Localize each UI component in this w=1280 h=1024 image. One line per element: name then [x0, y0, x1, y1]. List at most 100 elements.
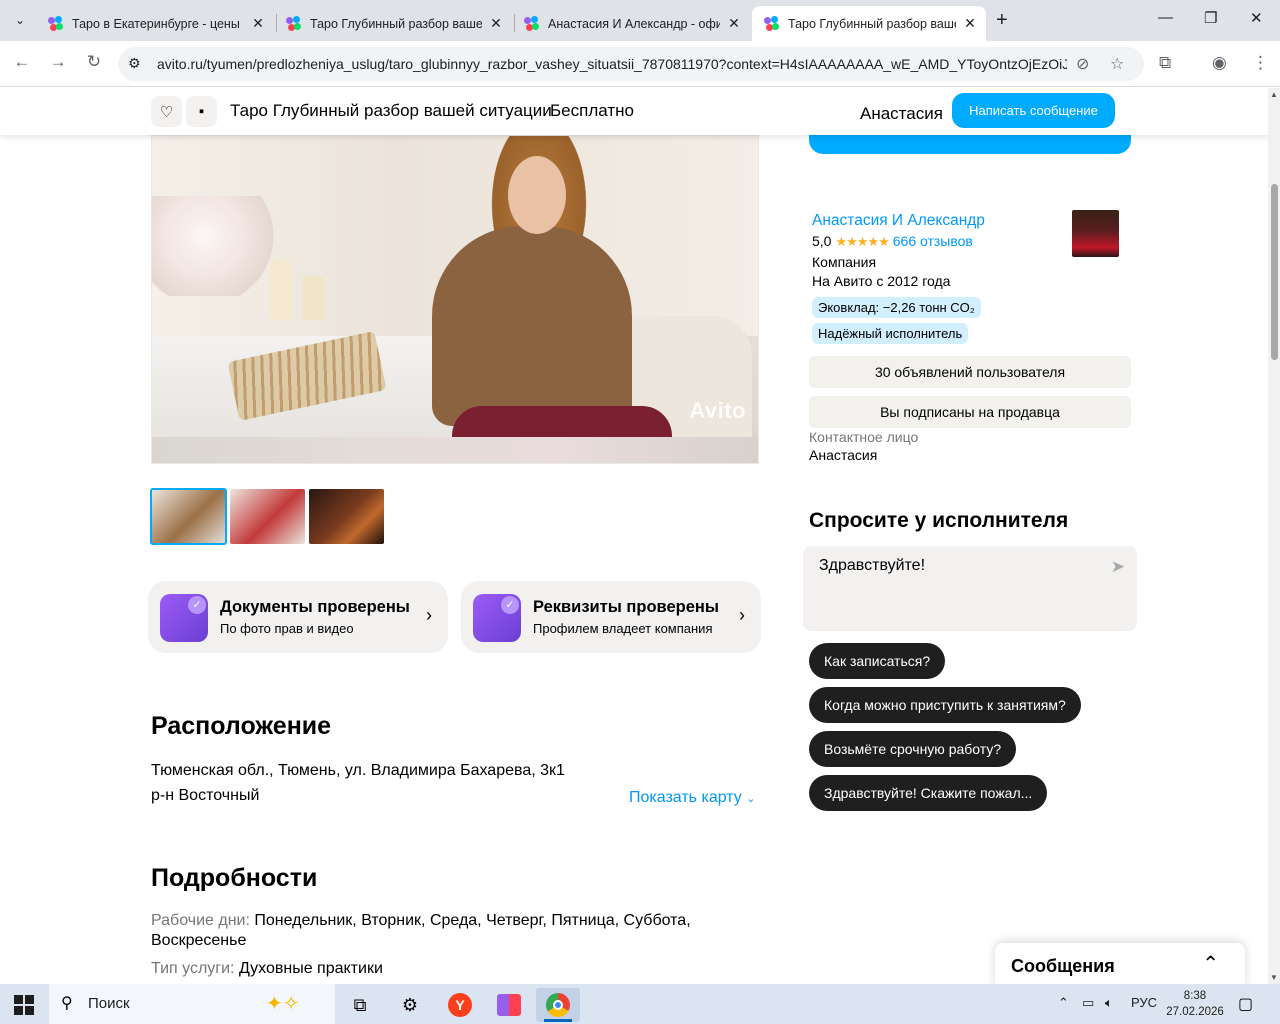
- note-icon[interactable]: ▪: [186, 96, 217, 127]
- rating-value: 5,0: [812, 233, 832, 249]
- quick-question-chip[interactable]: Возьмёте срочную работу?: [809, 731, 1017, 767]
- tab-anastasia-alexandr[interactable]: Анастасия И Александр - офиц ✕: [512, 6, 750, 41]
- verify-subtitle: Профилем владеет компания: [533, 621, 713, 636]
- close-window-icon[interactable]: ✕: [1250, 9, 1263, 27]
- eco-badge[interactable]: Эковклад: −2,26 тонн CO₂: [812, 297, 981, 318]
- close-tab-icon[interactable]: ✕: [962, 15, 978, 32]
- windows-start-icon[interactable]: [14, 995, 34, 1015]
- avito-favicon-icon: [286, 15, 302, 32]
- workdays-value-cont: Воскресенье: [151, 932, 247, 949]
- location-district: р-н Восточный: [151, 787, 260, 804]
- notifications-icon[interactable]: ▢: [1238, 994, 1253, 1014]
- messages-title: Сообщения: [1011, 956, 1115, 976]
- send-icon[interactable]: ➤: [1111, 557, 1125, 577]
- listing-title: Таро Глубинный разбор вашей ситуации: [230, 101, 552, 120]
- restore-icon[interactable]: ❐: [1204, 9, 1217, 27]
- tab-taro-razbor-active[interactable]: Таро Глубинный разбор вашей ✕: [752, 6, 986, 41]
- close-tab-icon[interactable]: ✕: [488, 15, 504, 32]
- address-bar[interactable]: ⚙ avito.ru/tyumen/predlozheniya_uslug/ta…: [118, 47, 1144, 81]
- forward-icon[interactable]: →: [46, 52, 70, 72]
- show-map-link[interactable]: Показать карту ⌄: [629, 789, 755, 807]
- show-map-label: Показать карту: [629, 789, 742, 806]
- reliable-badge[interactable]: Надёжный исполнитель: [812, 323, 969, 344]
- seller-avatar[interactable]: [1072, 210, 1119, 257]
- volume-icon[interactable]: 🔈︎: [1105, 995, 1113, 1011]
- ask-input-value[interactable]: Здравствуйте!: [819, 557, 925, 575]
- close-tab-icon[interactable]: ✕: [726, 15, 742, 32]
- avito-favicon-icon: [48, 15, 64, 32]
- scroll-up-icon[interactable]: ▲: [1270, 90, 1278, 99]
- messages-panel[interactable]: Сообщения ⌃: [995, 943, 1245, 984]
- service-type-value: Духовные практики: [238, 960, 383, 977]
- chevron-down-icon: ⌄: [746, 793, 756, 805]
- tab-search-menu-icon[interactable]: ⌄: [8, 8, 32, 32]
- chevron-right-icon: ›: [739, 605, 745, 625]
- url-text[interactable]: avito.ru/tyumen/predlozheniya_uslug/taro…: [157, 56, 1067, 72]
- sticky-header: ♡ ▪ Таро Глубинный разбор вашей ситуации…: [0, 88, 1268, 135]
- photo-flowers: [152, 196, 282, 296]
- thumbnail-3[interactable]: [309, 489, 384, 544]
- photo-sweater: [432, 226, 632, 426]
- rating-stars-icon: ★★★★★: [835, 234, 889, 249]
- thumbnail-2[interactable]: [230, 489, 305, 544]
- seller-listings-button[interactable]: 30 объявлений пользователя: [809, 356, 1131, 388]
- documents-verified-card[interactable]: ✓ Документы проверены По фото прав и вид…: [148, 581, 448, 653]
- chevron-right-icon: ›: [426, 605, 432, 625]
- header-seller-name[interactable]: Анастасия: [860, 104, 943, 124]
- photo-candle: [270, 260, 292, 320]
- minimize-icon[interactable]: —: [1158, 9, 1173, 26]
- photo-bottom-strip: [152, 437, 758, 463]
- chrome-icon[interactable]: [536, 988, 580, 1022]
- yandex-browser-icon[interactable]: Y: [438, 988, 482, 1022]
- service-type-row: Тип услуги: Духовные практики: [151, 960, 383, 978]
- tab-title: Таро Глубинный разбор вашей: [310, 16, 482, 31]
- ask-message-input[interactable]: Здравствуйте! ➤: [803, 546, 1137, 631]
- taskbar-clock[interactable]: 8:38 27.02.2026: [1160, 988, 1230, 1020]
- scroll-down-icon[interactable]: ▼: [1270, 973, 1278, 982]
- task-view-icon[interactable]: ⧉: [338, 988, 382, 1022]
- page-scrollbar[interactable]: ▲ ▼: [1268, 88, 1280, 984]
- browser-tab-strip: ⌄ Таро в Екатеринбурге - цены и ✕ Таро Г…: [0, 0, 1280, 41]
- seller-name-link[interactable]: Анастасия И Александр: [812, 212, 985, 230]
- scrollbar-thumb[interactable]: [1271, 184, 1278, 360]
- tab-title: Таро в Екатеринбурге - цены и: [72, 16, 244, 31]
- details-heading: Подробности: [151, 864, 318, 892]
- write-message-button[interactable]: Написать сообщение: [952, 93, 1115, 128]
- contact-person-label: Контактное лицо: [809, 429, 919, 445]
- tab-taro-razbor-1[interactable]: Таро Глубинный разбор вашей ✕: [274, 6, 512, 41]
- tab-title: Анастасия И Александр - офиц: [548, 16, 720, 31]
- bookmark-star-icon[interactable]: ☆: [1110, 54, 1124, 74]
- subscribed-button[interactable]: Вы подписаны на продавца: [809, 396, 1131, 428]
- photos-app-icon[interactable]: [487, 988, 531, 1022]
- profile-icon[interactable]: ◉: [1212, 53, 1227, 73]
- reload-icon[interactable]: ↻: [82, 52, 106, 72]
- site-info-icon[interactable]: ⚙: [128, 55, 141, 72]
- quick-question-chip[interactable]: Как записаться?: [809, 643, 946, 679]
- settings-gear-icon[interactable]: ⚙: [388, 988, 432, 1022]
- taskbar-search[interactable]: ⚲ Поиск ✦✧: [49, 984, 335, 1024]
- requisites-verified-card[interactable]: ✓ Реквизиты проверены Профилем владеет к…: [461, 581, 761, 653]
- menu-icon[interactable]: ⋮: [1252, 53, 1269, 73]
- tracking-off-icon[interactable]: ⊘: [1076, 54, 1089, 74]
- browser-toolbar: ← → ↻ ⚙ avito.ru/tyumen/predlozheniya_us…: [0, 41, 1280, 87]
- new-tab-icon[interactable]: +: [996, 9, 1008, 32]
- favorite-heart-icon[interactable]: ♡: [151, 96, 182, 127]
- seller-since: На Авито с 2012 года: [812, 273, 951, 289]
- tray-chevron-icon[interactable]: ⌃: [1058, 995, 1069, 1011]
- taskbar: ⚲ Поиск ✦✧ ⧉ ⚙ Y ⌃ ▭ 🔈︎ РУС 8:38 27.02.2…: [0, 984, 1280, 1024]
- quick-question-chip[interactable]: Когда можно приступить к занятиям?: [809, 687, 1081, 723]
- quick-question-chip[interactable]: Здравствуйте! Скажите пожал...: [809, 775, 1048, 811]
- network-icon[interactable]: ▭: [1082, 995, 1094, 1011]
- tab-taro-ekaterinburg[interactable]: Таро в Екатеринбурге - цены и ✕: [36, 6, 274, 41]
- seller-rating: 5,0 ★★★★★ 666 отзывов: [812, 233, 973, 250]
- close-tab-icon[interactable]: ✕: [250, 15, 266, 32]
- chevron-up-icon[interactable]: ⌃: [1202, 951, 1219, 976]
- extensions-icon[interactable]: ⧉: [1159, 53, 1171, 73]
- thumbnail-1[interactable]: [150, 488, 227, 545]
- main-photo[interactable]: Avito: [151, 135, 759, 464]
- avito-favicon-icon: [764, 15, 780, 32]
- service-type-label: Тип услуги:: [151, 960, 235, 977]
- back-icon[interactable]: ←: [10, 52, 34, 72]
- reviews-link[interactable]: 666 отзывов: [893, 233, 973, 249]
- language-indicator[interactable]: РУС: [1131, 995, 1157, 1010]
